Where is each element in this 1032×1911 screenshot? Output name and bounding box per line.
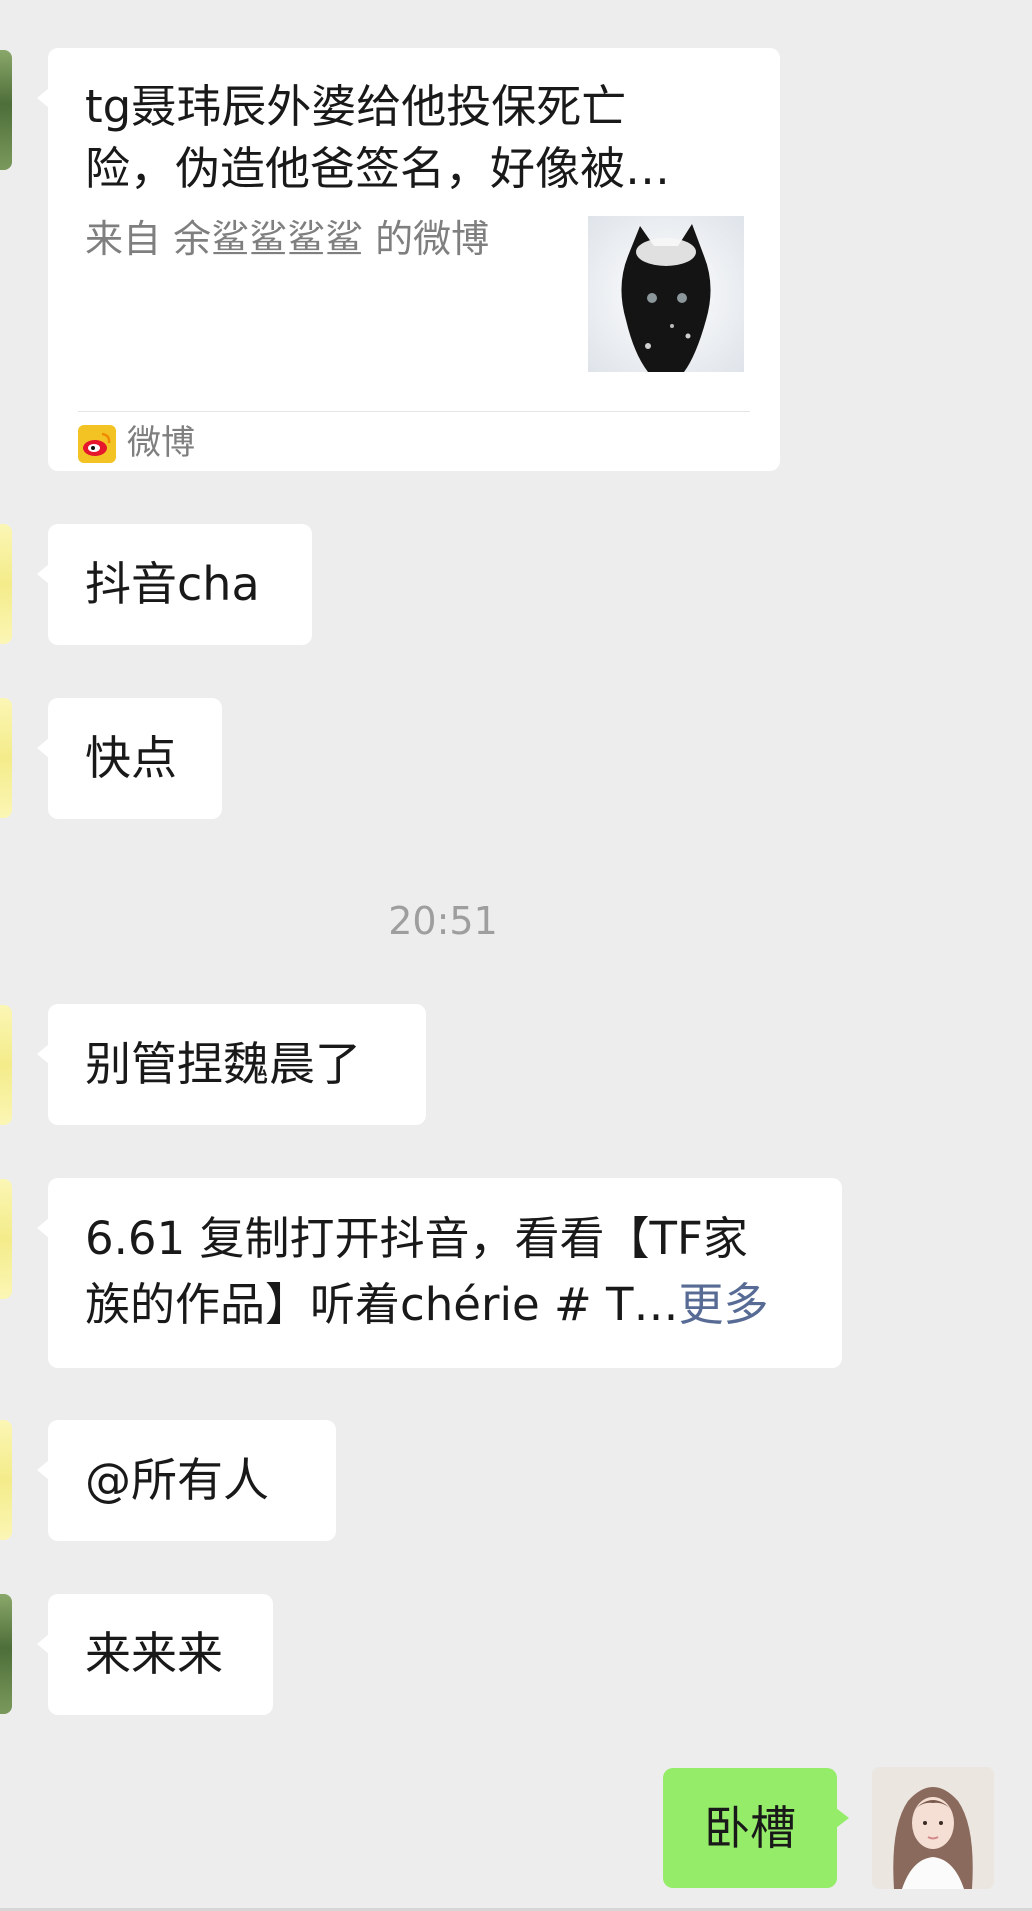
- message-bubble[interactable]: 来来来: [37, 1594, 273, 1715]
- message-text: 6.61 复制打开抖音，看看【TF家: [85, 1212, 748, 1265]
- sender-avatar[interactable]: [0, 524, 12, 644]
- douyin-share-message[interactable]: 6.61 复制打开抖音，看看【TF家 族的作品】听着chérie # T…更多: [37, 1178, 842, 1368]
- message-text: 来来来: [85, 1627, 223, 1681]
- card-thumbnail: [588, 216, 744, 372]
- message-text: 快点: [85, 731, 177, 785]
- message-bubble[interactable]: 抖音cha: [37, 524, 312, 645]
- weibo-icon: [78, 425, 116, 463]
- card-source: 来自 余鲨鲨鲨鲨 的微博: [85, 217, 490, 261]
- message-text: @所有人: [85, 1453, 269, 1507]
- black-cat-in-snow-icon: [588, 216, 744, 372]
- sender-avatar[interactable]: [0, 50, 12, 170]
- message-text: 卧槽: [704, 1801, 796, 1855]
- message-text: 族的作品】听着chérie # T…: [85, 1278, 679, 1331]
- sender-avatar[interactable]: [0, 1179, 12, 1299]
- sender-avatar[interactable]: [0, 698, 12, 818]
- card-app-label: 微博: [127, 423, 195, 463]
- sender-avatar[interactable]: [0, 1420, 12, 1540]
- message-timestamp: 20:51: [388, 899, 498, 943]
- message-text: 别管捏魏晨了: [85, 1037, 361, 1091]
- self-avatar[interactable]: [872, 1767, 994, 1889]
- message-bubble[interactable]: @所有人: [37, 1420, 336, 1541]
- card-title: tg聂玮辰外婆给他投保死亡 险，伪造他爸签名，好像被…: [85, 80, 671, 195]
- card-divider: [78, 411, 750, 412]
- message-text: 抖音cha: [85, 557, 260, 611]
- weibo-link-card[interactable]: tg聂玮辰外婆给他投保死亡 险，伪造他爸签名，好像被… 来自 余鲨鲨鲨鲨 的微博: [37, 48, 780, 471]
- sender-avatar[interactable]: [0, 1005, 12, 1125]
- more-link[interactable]: 更多: [678, 1278, 768, 1331]
- outgoing-message-bubble[interactable]: 卧槽: [663, 1768, 849, 1888]
- avatar-icon: [872, 1767, 994, 1889]
- message-bubble[interactable]: 快点: [37, 698, 222, 819]
- message-bubble[interactable]: 别管捏魏晨了: [37, 1004, 426, 1125]
- sender-avatar[interactable]: [0, 1594, 12, 1714]
